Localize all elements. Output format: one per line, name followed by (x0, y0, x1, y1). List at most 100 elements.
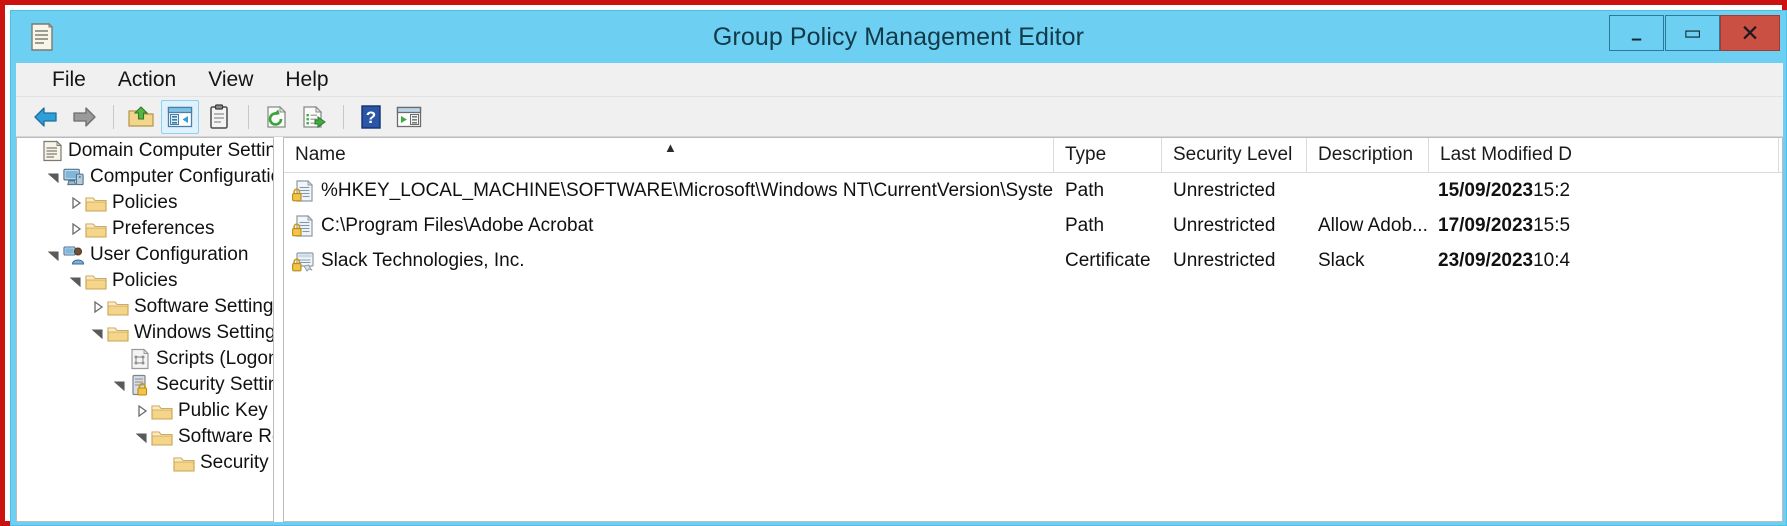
chevron-right-icon[interactable] (67, 223, 85, 235)
up-folder-icon[interactable] (123, 101, 159, 133)
forward-arrow-icon[interactable] (66, 101, 102, 133)
cell-last-modified-date: 17/09/2023 15:5 (1429, 215, 1779, 237)
refresh-icon[interactable] (258, 101, 294, 133)
tree-node-label: Policies (112, 270, 178, 291)
chevron-right-icon[interactable] (133, 405, 151, 417)
folder-icon (173, 454, 195, 473)
column-header-label: Description (1318, 144, 1414, 165)
toolbar-separator-3 (343, 104, 344, 129)
column-header-label: Type (1065, 144, 1107, 165)
column-header-last-modified-d[interactable]: Last Modified D (1429, 138, 1779, 172)
tree-node-label: Software Restriction Policies (178, 426, 273, 447)
cell-name-text: %HKEY_LOCAL_MACHINE\SOFTWARE\Microsoft\W… (321, 179, 1054, 201)
properties-clipboard-icon[interactable] (201, 101, 237, 133)
certificate-rule-icon (290, 249, 316, 273)
cell-name-text: Slack Technologies, Inc. (321, 249, 525, 271)
sort-ascending-icon: ▲ (664, 140, 677, 155)
folder-icon (85, 272, 107, 291)
cell-security-level: Unrestricted (1173, 179, 1276, 201)
column-header-name[interactable]: Name ▲ (284, 138, 1054, 172)
column-header-security-level[interactable]: Security Level (1162, 138, 1307, 172)
tree-node-preferences[interactable]: Preferences (17, 216, 273, 242)
user-icon (63, 245, 85, 265)
table-row[interactable]: %HKEY_LOCAL_MACHINE\SOFTWARE\Microsoft\W… (284, 173, 1782, 208)
tree-node-user-configuration[interactable]: User Configuration (17, 242, 273, 268)
chevron-right-icon[interactable] (89, 301, 107, 313)
tree-node-computer-configuration[interactable]: Computer Configuration (17, 164, 273, 190)
cell-last-modified-date: 23/09/2023 10:4 (1429, 250, 1779, 272)
chevron-down-icon[interactable] (45, 250, 63, 261)
toolbar: ? (16, 97, 1783, 137)
minimize-icon: – (1631, 28, 1642, 50)
chevron-down-icon[interactable] (133, 432, 151, 443)
tree-node-public-key-policies[interactable]: Public Key Policies (17, 398, 273, 424)
folder-icon (151, 402, 173, 421)
tree-node-label: Preferences (112, 218, 215, 239)
tree-node-label: Computer Configuration (90, 166, 273, 187)
close-button[interactable]: ✕ (1720, 15, 1780, 51)
title-bar: Group Policy Management Editor – ▭ ✕ (11, 11, 1786, 63)
cell-security-level: Unrestricted (1173, 249, 1276, 271)
chevron-down-icon[interactable] (111, 380, 129, 391)
chevron-down-icon[interactable] (67, 276, 85, 287)
tree-node-software-settings[interactable]: Software Settings (17, 294, 273, 320)
cell-type: Certificate (1065, 249, 1151, 271)
back-arrow-icon[interactable] (28, 101, 64, 133)
table-row[interactable]: Slack Technologies, Inc. Certificate Unres… (284, 243, 1782, 278)
menu-item-file[interactable]: File (36, 63, 102, 97)
tree-node-scripts-logon-logoff[interactable]: Scripts (Logon/Logoff) (17, 346, 273, 372)
minimize-button[interactable]: – (1609, 15, 1664, 51)
last-modified-date-text: 17/09/2023 (1438, 214, 1534, 236)
scripts-icon (129, 348, 151, 370)
column-header-label: Name (295, 144, 346, 165)
application-window: Group Policy Management Editor – ▭ ✕ Fil… (10, 10, 1787, 526)
maximize-icon: ▭ (1683, 22, 1702, 44)
last-modified-date-text: 15/09/2023 (1438, 179, 1534, 201)
menu-item-view[interactable]: View (192, 63, 269, 97)
help-icon[interactable]: ? (353, 101, 389, 133)
chevron-right-icon[interactable] (67, 197, 85, 209)
tree-node-security-settings[interactable]: Security Settings (17, 372, 273, 398)
chevron-down-icon[interactable] (89, 328, 107, 339)
window-title: Group Policy Management Editor (712, 23, 1085, 51)
column-header-label: Security Level (1173, 144, 1293, 165)
toolbar-separator-1 (113, 104, 114, 129)
svg-text:?: ? (366, 108, 376, 127)
last-modified-time-text: 15:5 (1533, 214, 1571, 236)
list-rows: %HKEY_LOCAL_MACHINE\SOFTWARE\Microsoft\W… (284, 173, 1782, 278)
computer-icon (63, 167, 85, 187)
export-list-icon[interactable] (296, 101, 332, 133)
list-column-headers: Name ▲ Type Security Level Description Last M… (284, 138, 1782, 173)
tree-node-label: Software Settings (134, 296, 273, 317)
chevron-down-icon[interactable] (45, 172, 63, 183)
tree-node-windows-settings[interactable]: Windows Settings (17, 320, 273, 346)
last-modified-time-text: 15:2 (1533, 179, 1571, 201)
tree-node-domain-computer-settings[interactable]: Domain Computer Settings (17, 138, 273, 164)
last-modified-time-text: 10:4 (1533, 249, 1571, 271)
annotation-frame: Group Policy Management Editor – ▭ ✕ Fil… (0, 0, 1787, 526)
column-header-type[interactable]: Type (1054, 138, 1162, 172)
console-tree: Domain Computer Settings Computer Configu… (17, 138, 273, 476)
pane-splitter[interactable] (274, 137, 283, 522)
result-list-pane[interactable]: Name ▲ Type Security Level Description Last M… (283, 137, 1783, 522)
menu-item-help[interactable]: Help (269, 63, 344, 97)
tree-node-label: Scripts (Logon/Logoff) (156, 348, 273, 369)
tree-node-policies[interactable]: Policies (17, 190, 273, 216)
table-row[interactable]: C:\Program Files\Adobe Acrobat Path Unrest… (284, 208, 1782, 243)
tree-node-policies[interactable]: Policies (17, 268, 273, 294)
tree-node-software-restriction-policies[interactable]: Software Restriction Policies (17, 424, 273, 450)
new-window-icon[interactable] (391, 101, 427, 133)
console-tree-pane[interactable]: Domain Computer Settings Computer Configu… (16, 137, 274, 522)
cell-security-level: Unrestricted (1173, 214, 1276, 236)
path-rule-icon (290, 179, 316, 203)
tree-node-label: Domain Computer Settings (68, 140, 273, 161)
menu-item-action[interactable]: Action (102, 63, 192, 97)
show-hide-console-tree-icon[interactable] (161, 99, 199, 134)
tree-node-security-levels[interactable]: Security Levels (17, 450, 273, 476)
column-header-description[interactable]: Description (1307, 138, 1429, 172)
client-area: Domain Computer Settings Computer Configu… (16, 137, 1783, 522)
maximize-button[interactable]: ▭ (1665, 15, 1720, 51)
cell-description: Allow Adob... (1318, 214, 1428, 236)
console-document-icon (41, 140, 63, 162)
tree-node-label: Security Settings (156, 374, 273, 395)
